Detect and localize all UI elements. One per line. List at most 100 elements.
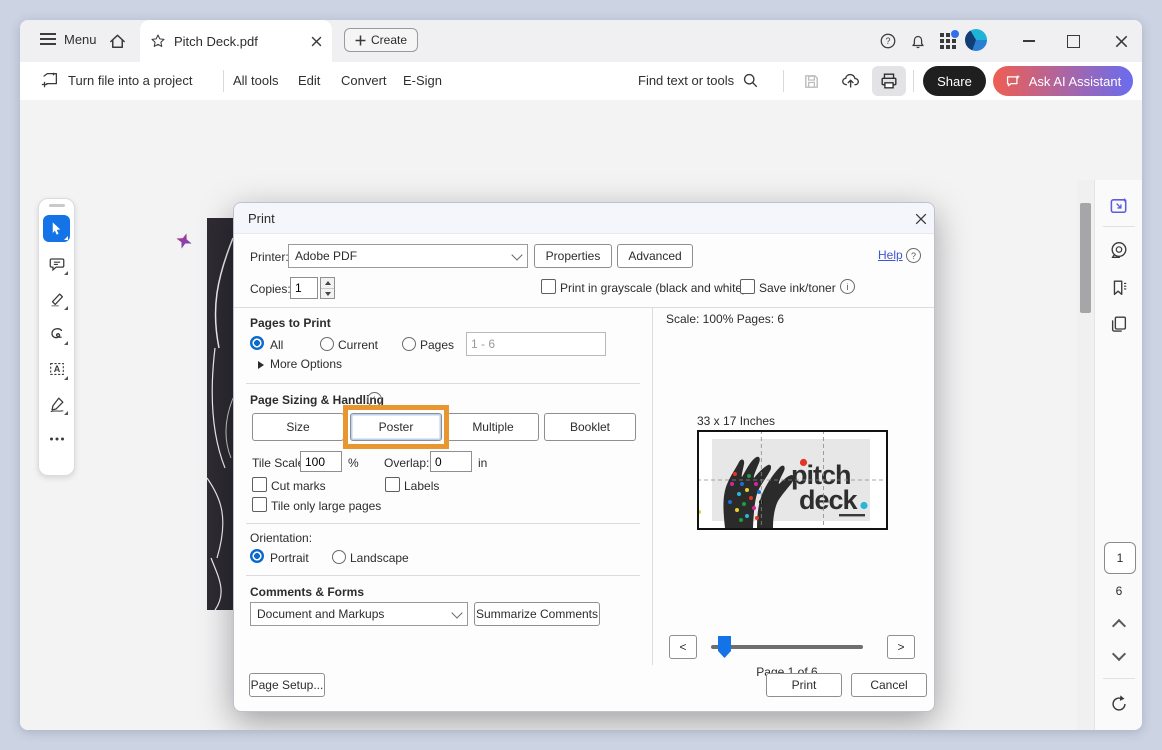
comment-tool[interactable] bbox=[43, 250, 70, 277]
minimize-button[interactable] bbox=[1016, 28, 1042, 54]
cancel-button[interactable]: Cancel bbox=[851, 673, 927, 697]
labels-checkbox[interactable] bbox=[385, 477, 400, 492]
print-dialog: Print Printer: Adobe PDF Properties Adva… bbox=[233, 202, 935, 712]
sign-tool[interactable] bbox=[43, 390, 70, 417]
size-button[interactable]: Size bbox=[252, 413, 344, 441]
acrobat-window: Menu Pitch Deck.pdf Create ? bbox=[20, 20, 1142, 730]
ask-ai-assistant-button[interactable]: Ask AI Assistant bbox=[993, 66, 1133, 96]
cut-marks-checkbox[interactable] bbox=[252, 477, 267, 492]
maximize-button[interactable] bbox=[1060, 28, 1086, 54]
save-ink-checkbox[interactable] bbox=[740, 279, 755, 294]
page-setup-button[interactable]: Page Setup... bbox=[249, 673, 325, 697]
chevron-down-icon bbox=[1112, 647, 1126, 661]
comments-value: Document and Markups bbox=[257, 607, 384, 621]
tile-scale-input[interactable] bbox=[300, 451, 342, 472]
radio-current[interactable] bbox=[320, 337, 334, 351]
grayscale-checkbox[interactable] bbox=[541, 279, 556, 294]
ai-assistant-panel-button[interactable] bbox=[1105, 192, 1133, 220]
turn-into-project-button[interactable]: Turn file into a project bbox=[40, 70, 193, 90]
home-icon bbox=[108, 32, 127, 51]
close-icon bbox=[1115, 35, 1128, 48]
radio-all[interactable] bbox=[250, 336, 264, 350]
menu-button[interactable]: Menu bbox=[40, 30, 97, 48]
ai-assistant-icon bbox=[1109, 196, 1130, 217]
draw-tool[interactable] bbox=[43, 320, 70, 347]
bookmarks-panel-button[interactable] bbox=[1105, 274, 1133, 302]
pages-panel-button[interactable] bbox=[1105, 310, 1133, 338]
overlap-input[interactable] bbox=[430, 451, 472, 472]
highlight-tool[interactable] bbox=[43, 285, 70, 312]
add-text-tool[interactable]: A bbox=[43, 355, 70, 382]
bookmarks-icon bbox=[1109, 278, 1129, 298]
more-options-toggle[interactable]: More Options bbox=[270, 357, 342, 371]
find-button[interactable]: Find text or tools bbox=[638, 72, 759, 89]
avatar[interactable] bbox=[965, 29, 987, 51]
select-tool[interactable] bbox=[43, 215, 70, 242]
apps-button[interactable] bbox=[935, 28, 961, 54]
help-info-icon[interactable]: ? bbox=[906, 248, 921, 263]
copies-label: Copies: bbox=[250, 282, 291, 296]
close-icon[interactable] bbox=[311, 36, 322, 47]
radio-pages[interactable] bbox=[402, 337, 416, 351]
preview-next-button[interactable]: > bbox=[887, 635, 915, 659]
orientation-title: Orientation: bbox=[250, 531, 312, 545]
booklet-button[interactable]: Booklet bbox=[544, 413, 636, 441]
radio-current-label: Current bbox=[338, 338, 378, 352]
current-page-box[interactable]: 1 bbox=[1104, 542, 1136, 574]
copies-stepper[interactable] bbox=[320, 277, 335, 299]
cloud-upload-icon bbox=[840, 70, 862, 92]
tile-only-checkbox[interactable] bbox=[252, 497, 267, 512]
home-button[interactable] bbox=[104, 28, 130, 54]
drag-handle[interactable] bbox=[49, 204, 65, 207]
grayscale-label: Print in grayscale (black and white) bbox=[560, 281, 746, 295]
find-label: Find text or tools bbox=[638, 73, 734, 88]
bell-icon bbox=[909, 32, 927, 50]
save-button[interactable] bbox=[798, 68, 824, 94]
preview-prev-button[interactable]: < bbox=[669, 635, 697, 659]
cloud-upload-button[interactable] bbox=[838, 68, 864, 94]
printer-select[interactable]: Adobe PDF bbox=[288, 244, 528, 268]
more-tools[interactable] bbox=[43, 425, 70, 452]
preview-page-slider[interactable] bbox=[711, 645, 863, 649]
comments-panel-button[interactable] bbox=[1105, 236, 1133, 264]
dialog-close-button[interactable] bbox=[912, 210, 930, 228]
info-icon[interactable]: i bbox=[840, 279, 855, 294]
project-icon bbox=[40, 70, 60, 90]
pages-range-input[interactable] bbox=[466, 332, 606, 356]
next-page-button[interactable] bbox=[1105, 642, 1133, 670]
comments-select[interactable]: Document and Markups bbox=[250, 602, 468, 626]
create-tab-button[interactable]: Create bbox=[344, 28, 418, 52]
print-icon bbox=[879, 71, 899, 91]
apps-grid-icon bbox=[940, 33, 956, 49]
radio-landscape[interactable] bbox=[332, 550, 346, 564]
copies-input[interactable] bbox=[290, 277, 318, 299]
previous-page-button[interactable] bbox=[1105, 610, 1133, 638]
properties-button[interactable]: Properties bbox=[534, 244, 612, 268]
rotate-button[interactable] bbox=[1105, 690, 1133, 718]
share-button[interactable]: Share bbox=[923, 66, 986, 96]
radio-portrait[interactable] bbox=[250, 549, 264, 563]
print-button[interactable] bbox=[872, 66, 906, 96]
summarize-comments-button[interactable]: Summarize Comments bbox=[474, 602, 600, 626]
nav-edit[interactable]: Edit bbox=[298, 73, 320, 88]
scrollbar-thumb[interactable] bbox=[1080, 203, 1091, 313]
chevron-down-icon bbox=[451, 607, 462, 618]
page-view-button[interactable] bbox=[1105, 724, 1133, 730]
help-link[interactable]: Help bbox=[878, 248, 903, 262]
nav-all-tools[interactable]: All tools bbox=[233, 73, 279, 88]
slider-thumb[interactable] bbox=[718, 636, 731, 658]
nav-esign[interactable]: E-Sign bbox=[403, 73, 442, 88]
preview-size-text: 33 x 17 Inches bbox=[697, 414, 775, 428]
nav-convert[interactable]: Convert bbox=[341, 73, 387, 88]
search-icon bbox=[742, 72, 759, 89]
multiple-button[interactable]: Multiple bbox=[447, 413, 539, 441]
help-button[interactable]: ? bbox=[875, 28, 901, 54]
document-tab[interactable]: Pitch Deck.pdf bbox=[140, 20, 332, 62]
notifications-button[interactable] bbox=[905, 28, 931, 54]
advanced-button[interactable]: Advanced bbox=[617, 244, 693, 268]
project-label: Turn file into a project bbox=[68, 73, 193, 88]
window-close-button[interactable] bbox=[1108, 28, 1134, 54]
help-icon: ? bbox=[879, 32, 897, 50]
preview-scale-text: Scale: 100% Pages: 6 bbox=[666, 312, 784, 326]
print-confirm-button[interactable]: Print bbox=[766, 673, 842, 697]
